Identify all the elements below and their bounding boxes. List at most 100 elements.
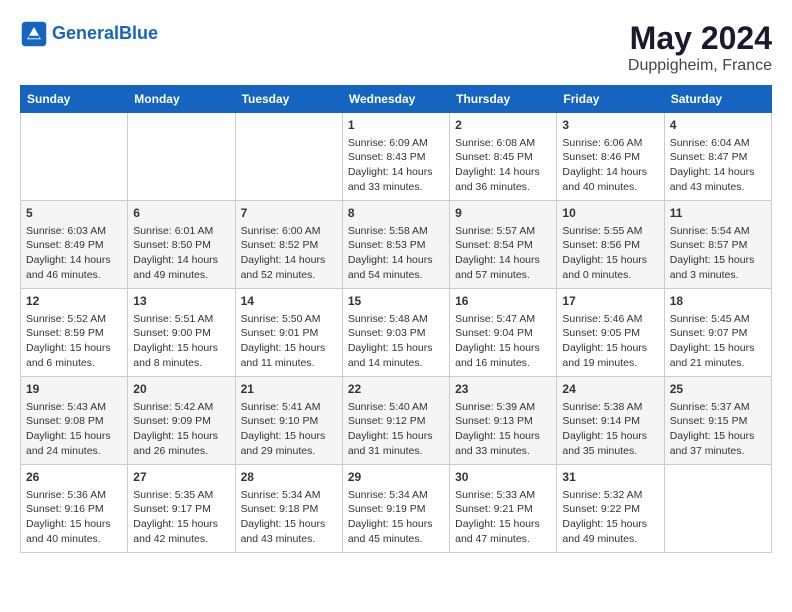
day-info: Daylight: 15 hours (670, 429, 766, 444)
day-number: 1 (348, 117, 444, 134)
day-info: and 6 minutes. (26, 356, 122, 371)
day-info: Daylight: 15 hours (670, 341, 766, 356)
day-info: Daylight: 15 hours (348, 429, 444, 444)
day-number: 11 (670, 205, 766, 222)
day-info: Sunrise: 5:50 AM (241, 312, 337, 327)
calendar-cell: 14Sunrise: 5:50 AMSunset: 9:01 PMDayligh… (235, 289, 342, 377)
day-info: Sunset: 9:08 PM (26, 414, 122, 429)
calendar-cell: 9Sunrise: 5:57 AMSunset: 8:54 PMDaylight… (450, 201, 557, 289)
day-number: 8 (348, 205, 444, 222)
day-number: 19 (26, 381, 122, 398)
calendar-cell (664, 465, 771, 553)
day-info: Sunset: 9:19 PM (348, 502, 444, 517)
day-info: Sunset: 8:56 PM (562, 238, 658, 253)
day-info: Sunrise: 6:03 AM (26, 224, 122, 239)
day-info: Sunset: 9:09 PM (133, 414, 229, 429)
calendar-cell: 10Sunrise: 5:55 AMSunset: 8:56 PMDayligh… (557, 201, 664, 289)
logo: GeneralBlue (20, 20, 158, 48)
day-info: Daylight: 15 hours (670, 253, 766, 268)
day-info: Sunset: 8:52 PM (241, 238, 337, 253)
weekday-header-row: SundayMondayTuesdayWednesdayThursdayFrid… (21, 86, 772, 113)
day-info: Sunrise: 6:08 AM (455, 136, 551, 151)
weekday-header-monday: Monday (128, 86, 235, 113)
day-info: Sunrise: 5:52 AM (26, 312, 122, 327)
calendar-cell: 15Sunrise: 5:48 AMSunset: 9:03 PMDayligh… (342, 289, 449, 377)
day-info: and 52 minutes. (241, 268, 337, 283)
day-number: 14 (241, 293, 337, 310)
day-info: and 21 minutes. (670, 356, 766, 371)
day-info: and 8 minutes. (133, 356, 229, 371)
day-info: and 54 minutes. (348, 268, 444, 283)
day-info: Sunset: 8:50 PM (133, 238, 229, 253)
day-info: and 33 minutes. (455, 444, 551, 459)
day-info: Daylight: 15 hours (562, 341, 658, 356)
day-info: Daylight: 14 hours (455, 165, 551, 180)
day-info: Sunset: 8:57 PM (670, 238, 766, 253)
day-number: 22 (348, 381, 444, 398)
day-info: Daylight: 15 hours (562, 253, 658, 268)
calendar-cell: 25Sunrise: 5:37 AMSunset: 9:15 PMDayligh… (664, 377, 771, 465)
day-info: Sunrise: 5:47 AM (455, 312, 551, 327)
day-number: 16 (455, 293, 551, 310)
day-info: Sunset: 9:01 PM (241, 326, 337, 341)
day-number: 3 (562, 117, 658, 134)
day-info: Daylight: 15 hours (26, 341, 122, 356)
calendar-week-4: 19Sunrise: 5:43 AMSunset: 9:08 PMDayligh… (21, 377, 772, 465)
calendar-week-1: 1Sunrise: 6:09 AMSunset: 8:43 PMDaylight… (21, 113, 772, 201)
day-number: 4 (670, 117, 766, 134)
calendar-cell: 24Sunrise: 5:38 AMSunset: 9:14 PMDayligh… (557, 377, 664, 465)
calendar-cell: 2Sunrise: 6:08 AMSunset: 8:45 PMDaylight… (450, 113, 557, 201)
weekday-header-sunday: Sunday (21, 86, 128, 113)
day-info: Sunset: 9:17 PM (133, 502, 229, 517)
day-info: Sunrise: 6:06 AM (562, 136, 658, 151)
day-info: Sunrise: 5:54 AM (670, 224, 766, 239)
day-number: 12 (26, 293, 122, 310)
calendar-cell: 19Sunrise: 5:43 AMSunset: 9:08 PMDayligh… (21, 377, 128, 465)
day-info: Sunrise: 5:32 AM (562, 488, 658, 503)
day-info: Daylight: 15 hours (133, 341, 229, 356)
calendar-cell: 1Sunrise: 6:09 AMSunset: 8:43 PMDaylight… (342, 113, 449, 201)
day-info: Daylight: 14 hours (670, 165, 766, 180)
day-info: and 14 minutes. (348, 356, 444, 371)
day-info: Sunrise: 5:34 AM (348, 488, 444, 503)
day-number: 24 (562, 381, 658, 398)
day-info: Sunset: 8:46 PM (562, 150, 658, 165)
month-title: May 2024 (628, 20, 772, 57)
calendar-cell: 16Sunrise: 5:47 AMSunset: 9:04 PMDayligh… (450, 289, 557, 377)
day-info: Sunset: 9:10 PM (241, 414, 337, 429)
day-number: 20 (133, 381, 229, 398)
day-info: and 43 minutes. (241, 532, 337, 547)
calendar-cell: 18Sunrise: 5:45 AMSunset: 9:07 PMDayligh… (664, 289, 771, 377)
day-number: 30 (455, 469, 551, 486)
day-info: Sunrise: 5:51 AM (133, 312, 229, 327)
day-number: 21 (241, 381, 337, 398)
day-info: Sunset: 9:21 PM (455, 502, 551, 517)
day-info: Sunset: 9:04 PM (455, 326, 551, 341)
calendar-cell: 27Sunrise: 5:35 AMSunset: 9:17 PMDayligh… (128, 465, 235, 553)
calendar-cell: 20Sunrise: 5:42 AMSunset: 9:09 PMDayligh… (128, 377, 235, 465)
day-number: 28 (241, 469, 337, 486)
day-info: Daylight: 15 hours (133, 517, 229, 532)
calendar-cell: 4Sunrise: 6:04 AMSunset: 8:47 PMDaylight… (664, 113, 771, 201)
day-number: 13 (133, 293, 229, 310)
day-info: and 40 minutes. (26, 532, 122, 547)
day-info: Sunset: 9:03 PM (348, 326, 444, 341)
day-info: Sunrise: 5:42 AM (133, 400, 229, 415)
day-number: 2 (455, 117, 551, 134)
day-number: 27 (133, 469, 229, 486)
day-info: Sunrise: 5:33 AM (455, 488, 551, 503)
day-info: Daylight: 15 hours (241, 429, 337, 444)
logo-blue: Blue (119, 23, 158, 43)
day-info: Sunset: 8:47 PM (670, 150, 766, 165)
logo-general: General (52, 23, 119, 43)
day-number: 5 (26, 205, 122, 222)
day-info: Sunrise: 6:00 AM (241, 224, 337, 239)
day-info: Daylight: 15 hours (455, 517, 551, 532)
day-info: and 35 minutes. (562, 444, 658, 459)
day-info: Sunrise: 5:41 AM (241, 400, 337, 415)
day-info: Daylight: 14 hours (348, 253, 444, 268)
logo-icon (20, 20, 48, 48)
day-info: Daylight: 14 hours (26, 253, 122, 268)
day-info: Daylight: 14 hours (133, 253, 229, 268)
day-info: Sunset: 9:18 PM (241, 502, 337, 517)
